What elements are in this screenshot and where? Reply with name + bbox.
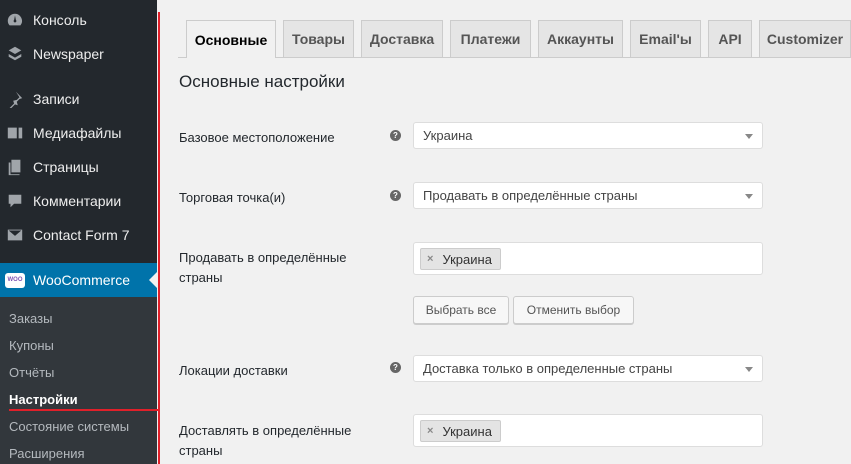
media-icon xyxy=(5,123,25,143)
ship-countries-label: Доставлять в определённые страны xyxy=(179,423,352,458)
remove-icon[interactable]: × xyxy=(427,253,433,265)
woocommerce-icon: WOO xyxy=(5,270,25,290)
selling-location-select[interactable]: Продавать в определённые страны xyxy=(413,182,763,209)
tabs-baseline xyxy=(178,57,851,58)
sidebar-item-pages[interactable]: Страницы xyxy=(0,150,157,184)
tab-api[interactable]: API xyxy=(708,20,752,57)
tab-emails[interactable]: Email'ы xyxy=(630,20,701,57)
submenu-item-system-status[interactable]: Состояние системы xyxy=(9,419,129,434)
highlight-underline xyxy=(9,409,159,411)
submenu-item-settings[interactable]: Настройки xyxy=(9,392,78,407)
tab-shipping[interactable]: Доставка xyxy=(361,20,443,57)
submenu-item-orders[interactable]: Заказы xyxy=(9,311,52,326)
submenu-item-reports[interactable]: Отчёты xyxy=(9,365,54,380)
sidebar-item-label: Contact Form 7 xyxy=(33,227,130,243)
ship-countries-multiselect[interactable]: × Украина xyxy=(413,414,763,447)
sidebar-item-label: Медиафайлы xyxy=(33,125,122,141)
tab-accounts[interactable]: Аккаунты xyxy=(538,20,623,57)
sidebar-item-label: WooCommerce xyxy=(33,272,130,288)
select-value: Доставка только в определенные страны xyxy=(423,361,673,376)
newspaper-icon xyxy=(5,44,25,64)
chevron-down-icon xyxy=(745,134,753,139)
highlight-divider xyxy=(158,12,160,464)
sidebar-item-woocommerce[interactable]: WOO WooCommerce xyxy=(0,263,157,297)
help-icon[interactable]: ? xyxy=(390,362,401,373)
sidebar-item-comments[interactable]: Комментарии xyxy=(0,184,157,218)
page-title: Основные настройки xyxy=(179,72,345,91)
remove-icon[interactable]: × xyxy=(427,425,433,437)
sidebar-item-label: Консоль xyxy=(33,12,87,28)
sidebar-item-posts[interactable]: Записи xyxy=(0,82,157,116)
pages-icon xyxy=(5,157,25,177)
chip-label: Украина xyxy=(442,251,492,267)
pin-icon xyxy=(5,89,25,109)
submenu-item-extensions[interactable]: Расширения xyxy=(9,446,85,461)
sidebar-item-console[interactable]: Консоль xyxy=(0,3,157,37)
shipping-locations-select[interactable]: Доставка только в определенные страны xyxy=(413,355,763,382)
sidebar-item-media[interactable]: Медиафайлы xyxy=(0,116,157,150)
shipping-locations-label: Локации доставки xyxy=(179,363,288,378)
help-icon[interactable]: ? xyxy=(390,130,401,141)
sidebar-item-newspaper[interactable]: Newspaper xyxy=(0,37,157,71)
base-location-label: Базовое местоположение xyxy=(179,130,335,145)
select-value: Украина xyxy=(423,128,473,143)
help-icon[interactable]: ? xyxy=(390,190,401,201)
sidebar-item-label: Записи xyxy=(33,91,80,107)
chip-label: Украина xyxy=(442,423,492,439)
tab-payments[interactable]: Платежи xyxy=(450,20,531,57)
chevron-down-icon xyxy=(745,194,753,199)
tab-customizer[interactable]: Customizer xyxy=(759,20,851,57)
base-location-select[interactable]: Украина xyxy=(413,122,763,149)
dashboard-icon xyxy=(5,10,25,30)
sidebar-item-label: Комментарии xyxy=(33,193,122,209)
chevron-down-icon xyxy=(745,367,753,372)
admin-sidebar: Консоль Newspaper Записи Медиафайлы Стра… xyxy=(0,0,157,464)
selling-location-label: Торговая точка(и) xyxy=(179,190,286,205)
sidebar-item-label: Страницы xyxy=(33,159,99,175)
country-chip: × Украина xyxy=(420,420,501,442)
select-all-button[interactable]: Выбрать все xyxy=(413,296,509,324)
specific-countries-label: Продавать в определённые страны xyxy=(179,250,347,285)
tab-products[interactable]: Товары xyxy=(283,20,354,57)
sidebar-item-contact-form[interactable]: Contact Form 7 xyxy=(0,218,157,252)
select-value: Продавать в определённые страны xyxy=(423,188,638,203)
woo-badge: WOO xyxy=(5,272,25,288)
deselect-all-button[interactable]: Отменить выбор xyxy=(513,296,634,324)
sidebar-item-label: Newspaper xyxy=(33,46,104,62)
tab-general[interactable]: Основные xyxy=(186,20,276,58)
country-chip: × Украина xyxy=(420,248,501,270)
submenu-item-coupons[interactable]: Купоны xyxy=(9,338,54,353)
active-arrow-icon xyxy=(149,272,157,288)
specific-countries-multiselect[interactable]: × Украина xyxy=(413,242,763,275)
comments-icon xyxy=(5,191,25,211)
mail-icon xyxy=(5,225,25,245)
